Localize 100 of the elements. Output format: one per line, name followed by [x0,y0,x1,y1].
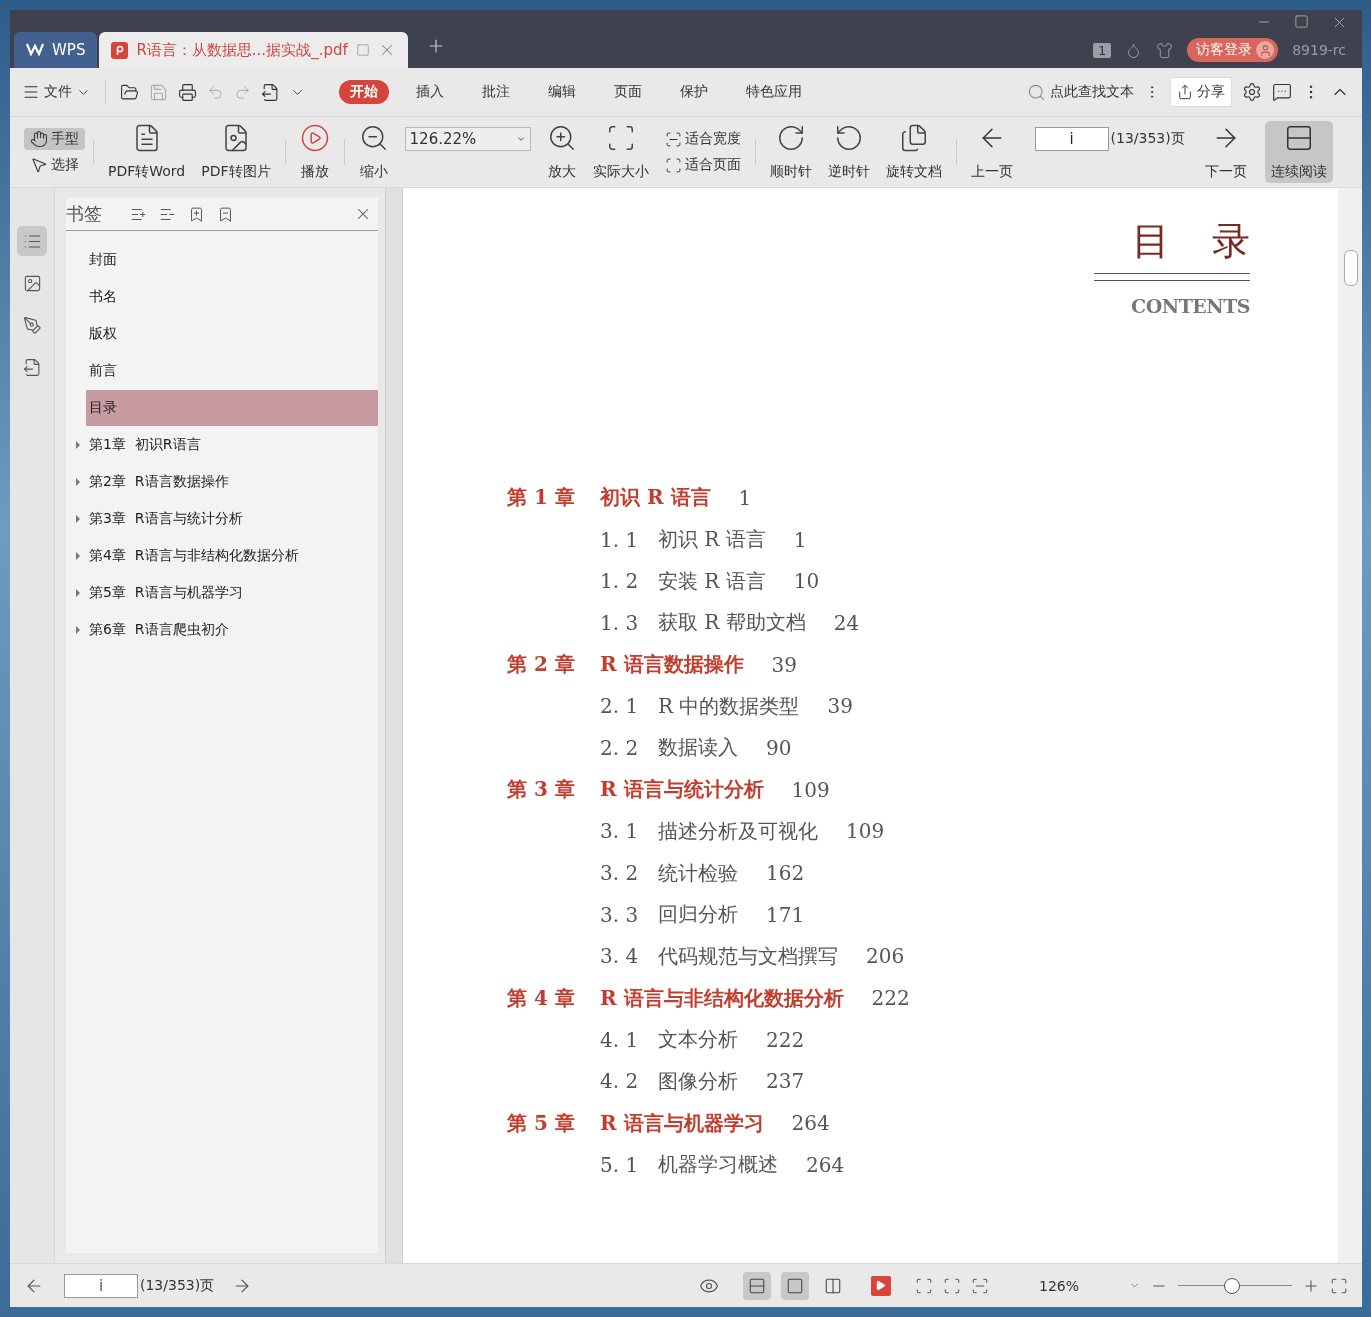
ribbon-tab[interactable]: 开始 [339,80,389,104]
open-folder-icon[interactable] [120,82,139,102]
bookmark-item[interactable]: 第3章 R语言与统计分析 [74,501,378,537]
chapter-number: 第 4 章 [507,984,576,1012]
ribbon-tab[interactable]: 保护 [669,80,719,104]
settings-icon[interactable] [1242,82,1262,102]
bookmark-item[interactable]: 第5章 R语言与机器学习 [74,575,378,611]
page-number-field[interactable]: i [64,1273,138,1298]
toolbar-button[interactable]: 播放 [293,121,336,183]
section-number: 5. 1 [600,1152,640,1177]
section-number: 4. 1 [600,1027,640,1052]
window-count[interactable]: 1 [1092,42,1112,58]
expand-arrow-icon[interactable] [76,626,80,634]
slider-thumb[interactable] [1223,1277,1240,1294]
toolbar-button[interactable]: PDF转Word [102,121,192,183]
bookmark-item[interactable]: 第1章 初识R语言 [74,427,378,463]
comment-icon[interactable] [1272,82,1292,102]
page-number: 39 [771,652,798,677]
page-number: 171 [766,902,805,927]
ribbon-tab[interactable]: 批注 [471,80,521,104]
shirt-icon[interactable] [1156,41,1174,59]
print-icon[interactable] [178,82,197,102]
fit-width-icon[interactable] [970,1276,989,1295]
ribbon-tab[interactable]: 页面 [603,80,653,104]
dropdown-icon [515,134,526,144]
export-icon[interactable] [261,82,280,102]
zoom-field[interactable]: 126.22% [404,127,531,151]
next-page-button[interactable]: 下一页 [1198,121,1253,183]
section-title: 获取 R 帮助文档 [658,609,806,637]
bookmark-item[interactable]: 第6章 R语言爬虫初介 [74,612,378,648]
ribbon-tab[interactable]: 特色应用 [735,80,813,104]
toolbar-button[interactable]: PDF转图片 [195,121,277,183]
section-title: 初识 R 语言 [658,526,766,554]
zoom-level[interactable]: 126% [1038,1277,1079,1294]
page-number-field[interactable]: i [1034,127,1109,151]
continuous-read-button[interactable]: 连续阅读 [1264,121,1333,183]
image-icon [22,273,42,293]
scrollbar[interactable] [1338,188,1362,1263]
fit-width-icon [664,130,682,148]
toolbar-button[interactable]: 逆时针 [821,121,876,183]
share-icon[interactable] [1177,84,1193,100]
search-icon[interactable] [1027,82,1046,102]
section-title: 统计检验 [658,859,738,887]
fullscreen-icon[interactable] [1330,1276,1348,1295]
toc-heading: 录 [1212,218,1250,265]
menu-icon[interactable] [22,83,40,101]
fit-page-icon[interactable] [942,1276,961,1295]
bookmark-item[interactable]: 前言 [74,353,378,389]
mode-button[interactable]: 手型 [24,128,85,150]
toolbar-button[interactable]: 顺时针 [763,121,818,183]
document-tab[interactable]: WPS [14,32,98,68]
section-title: 文本分析 [658,1026,738,1054]
remove-bookmark-icon[interactable] [217,205,234,223]
ribbon-tab[interactable]: 编辑 [537,80,587,104]
search-field[interactable]: 点此查找文本 [1027,82,1134,102]
fit-button[interactable]: 适合页面 [658,154,747,176]
bookmark-item[interactable]: 封面 [74,242,378,278]
mode-button[interactable]: 选择 [24,154,85,176]
previous-page-button[interactable]: 上一页 [964,121,1019,183]
expand-arrow-icon[interactable] [76,515,80,523]
play-button[interactable] [870,1275,891,1296]
pdf-file-icon [111,41,129,59]
expand-arrow-icon[interactable] [76,552,80,560]
maximize-icon[interactable] [1294,14,1309,29]
page-number: 1 [793,527,807,552]
ribbon-tab[interactable]: 插入 [405,80,455,104]
view-mode-button[interactable] [742,1271,771,1300]
page-number: 39 [827,694,853,719]
toolbar-button[interactable]: 实际大小 [586,121,655,183]
play-icon [875,1280,887,1291]
chapter-title: 初识 R 语言 [600,484,711,512]
bookmark-item[interactable]: 书名 [74,279,378,315]
expand-arrow-icon[interactable] [76,441,80,449]
toolbar-button[interactable]: 旋转文档 [879,121,948,183]
panel-title: 书签 [66,202,102,226]
file-menu[interactable]: 文件 [22,83,91,101]
scrollbar-thumb[interactable] [1344,250,1358,286]
toc-subtitle: CONTENTS [1131,295,1250,317]
bookmark-item[interactable]: 版权 [74,316,378,352]
play-icon [299,123,330,153]
toolbar-button[interactable]: 放大 [540,121,583,183]
bookmark-item[interactable]: 第4章 R语言与非结构化数据分析 [74,538,378,574]
document-tab[interactable]: R语言：从数据思...据实战_.pdf [99,32,408,68]
expand-arrow-icon[interactable] [76,589,80,597]
pen-icon [22,315,42,335]
expand-arrow-icon[interactable] [76,478,80,486]
section-title: 数据读入 [658,734,738,762]
view-mode-button[interactable] [780,1271,809,1300]
bookmark-item[interactable]: 第2章 R语言数据操作 [74,464,378,500]
share-button[interactable]: 分享 [1170,77,1232,107]
page-number: 222 [766,1027,805,1052]
page-number: 90 [766,735,792,760]
chapter-number: 第 5 章 [507,1109,576,1137]
add-bookmark-icon[interactable] [188,205,205,223]
fit-button[interactable]: 适合宽度 [658,128,747,150]
login-button[interactable]: 访客登录 [1187,38,1279,62]
toolbar-button[interactable]: 缩小 [352,121,395,183]
section-number: 1. 3 [600,610,640,635]
section-title: 安装 R 语言 [658,567,766,595]
convert-icon [22,357,42,377]
